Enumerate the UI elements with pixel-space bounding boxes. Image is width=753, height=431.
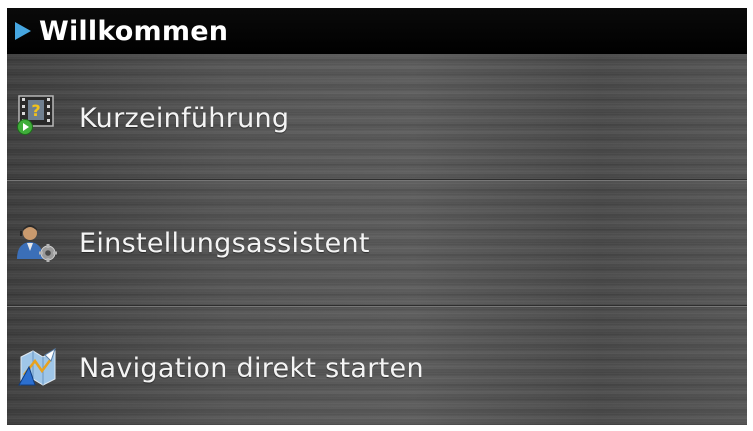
- title-bar: Willkommen: [7, 8, 747, 54]
- page-title: Willkommen: [39, 15, 229, 47]
- film-help-icon: ?: [15, 92, 59, 136]
- menu-item-einstellungsassistent[interactable]: Einstellungsassistent: [7, 181, 747, 305]
- menu-item-label: Einstellungsassistent: [79, 228, 370, 259]
- play-arrow-icon: [15, 22, 31, 40]
- menu-item-label: Navigation direkt starten: [79, 353, 424, 384]
- navigation-welcome-screen: Willkommen ? Kurzeinführung Einstellungs…: [7, 8, 747, 425]
- menu-item-label: Kurzeinführung: [79, 103, 290, 134]
- svg-text:?: ?: [31, 101, 40, 120]
- user-settings-icon: [15, 221, 59, 265]
- menu-item-kurzeinfuehrung[interactable]: ? Kurzeinführung: [7, 54, 747, 179]
- map-navigation-icon: [15, 345, 59, 389]
- main-menu: ? Kurzeinführung Einstellungsassistent N…: [7, 54, 747, 425]
- menu-item-navigation-direkt-starten[interactable]: Navigation direkt starten: [7, 307, 747, 425]
